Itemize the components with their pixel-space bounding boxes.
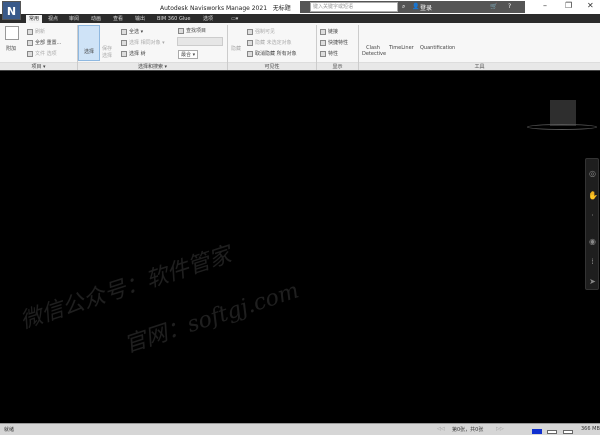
dot-icon[interactable]: ·: [588, 211, 597, 220]
memory-usage: 366 MB: [581, 426, 600, 432]
select-button[interactable]: 选择: [78, 25, 100, 61]
search-input[interactable]: 键入关键字或短语: [310, 2, 398, 12]
panel-select-search[interactable]: 选择和搜索 ▾: [78, 62, 227, 70]
file-options-button[interactable]: 文件 选项: [27, 50, 57, 57]
tab-bim360[interactable]: BIM 360 Glue: [154, 15, 193, 23]
walk-icon[interactable]: ⁞: [588, 257, 597, 266]
steering-wheel-icon[interactable]: ◎: [588, 169, 597, 178]
viewcube-compass[interactable]: [527, 124, 597, 130]
ribbon: 附加 刷新 全部 重置... 文件 选项 选择 保存 选择 全选 ▾ 选择 相同…: [0, 23, 600, 71]
signin-button[interactable]: 登录: [420, 3, 432, 12]
select-same-button[interactable]: 选择 相同对象 ▾: [121, 39, 165, 46]
ribbon-tabs: 常用 视点 审阅 动画 查看 输出 BIM 360 Glue 选项 ▭▾: [0, 14, 600, 23]
panel-tools: 工具: [359, 62, 600, 70]
disk-bar: [563, 430, 573, 434]
status-bar: 就绪 ◁◁ 第0张，共0张 ▷▷ 366 MB: [0, 423, 600, 435]
viewcube[interactable]: [550, 100, 576, 126]
find-items-button[interactable]: 查找项目: [178, 27, 206, 34]
navigation-bar: ◎ ✋ · ◉ ⁞ ➤: [585, 158, 599, 290]
tab-home[interactable]: 常用: [26, 15, 43, 23]
window-title: Autodesk Navisworks Manage 2021 无标题: [160, 5, 291, 12]
application-menu-button[interactable]: N: [2, 1, 21, 20]
hide-unselected-button[interactable]: 隐藏 未选定对象: [247, 39, 292, 46]
pan-hand-icon[interactable]: ✋: [588, 191, 598, 200]
prev-sheet-button[interactable]: ◁◁: [437, 426, 445, 432]
close-button[interactable]: ✕: [587, 1, 594, 10]
binoculars-icon[interactable]: ⌕: [402, 3, 405, 11]
tab-output[interactable]: 输出: [132, 15, 148, 23]
reset-all-button[interactable]: 全部 重置...: [27, 39, 61, 46]
memory-bar: [547, 430, 557, 434]
selection-tree-button[interactable]: 选择 树: [121, 50, 146, 57]
tab-animation[interactable]: 动画: [88, 15, 104, 23]
unhide-all-button[interactable]: 取消隐藏 所有对象: [247, 50, 297, 57]
title-bar: Autodesk Navisworks Manage 2021 无标题 ⌕ 👤 …: [0, 0, 600, 14]
maximize-button[interactable]: ❐: [565, 1, 572, 10]
tab-viewpoint[interactable]: 视点: [45, 15, 61, 23]
refresh-button[interactable]: 刷新: [27, 28, 45, 35]
require-button[interactable]: 强制可见: [247, 28, 275, 35]
user-icon[interactable]: 👤: [412, 3, 419, 10]
performance-bar: [532, 429, 542, 434]
append-icon: [5, 26, 19, 40]
cart-icon[interactable]: 🛒: [490, 3, 497, 10]
timeliner-button[interactable]: TimeLiner: [389, 45, 414, 51]
orbit-icon[interactable]: ◉: [588, 237, 597, 246]
sets-dropdown[interactable]: 最合 ▾: [178, 50, 199, 59]
sheet-indicator: 第0张，共0张: [452, 427, 484, 433]
hide-button[interactable]: 隐藏: [231, 45, 241, 52]
minimize-button[interactable]: –: [543, 1, 547, 10]
save-selection-button[interactable]: 保存 选择: [102, 45, 116, 59]
properties-button[interactable]: 特性: [320, 50, 338, 57]
quick-find-input[interactable]: [177, 37, 223, 46]
append-button[interactable]: 附加: [6, 45, 16, 52]
help-icon[interactable]: ?: [508, 3, 511, 10]
panel-display: 显示: [317, 62, 358, 70]
select-all-button[interactable]: 全选 ▾: [121, 28, 143, 35]
links-button[interactable]: 链接: [320, 28, 338, 35]
tab-view[interactable]: 查看: [110, 15, 126, 23]
quantification-button[interactable]: Quantification: [420, 45, 455, 51]
tab-options[interactable]: 选项: [200, 15, 216, 23]
panel-visibility: 可见性: [228, 62, 316, 70]
clash-detective-button[interactable]: Clash Detective: [362, 45, 386, 57]
select-arrow-icon[interactable]: ➤: [588, 277, 597, 286]
quick-properties-button[interactable]: 快捷特性: [320, 39, 348, 46]
status-text: 就绪: [4, 427, 15, 433]
panel-project[interactable]: 项目 ▾: [0, 62, 77, 70]
tab-review[interactable]: 审阅: [66, 15, 82, 23]
next-sheet-button[interactable]: ▷▷: [496, 426, 504, 432]
tab-extra-icon[interactable]: ▭▾: [228, 15, 241, 23]
